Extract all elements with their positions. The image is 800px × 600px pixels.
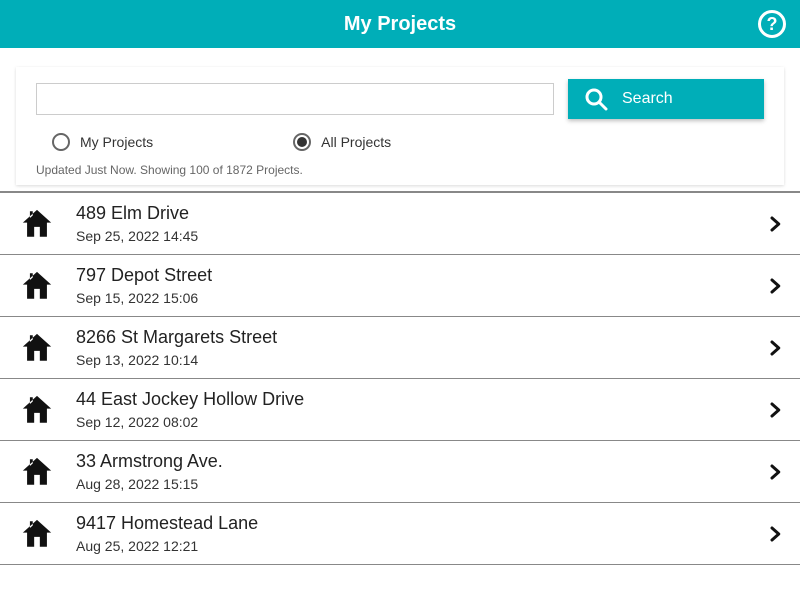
house-icon bbox=[20, 455, 54, 489]
status-text: Updated Just Now. Showing 100 of 1872 Pr… bbox=[16, 155, 784, 177]
house-icon bbox=[20, 331, 54, 365]
radio-icon bbox=[52, 133, 70, 151]
project-text: 797 Depot Street Sep 15, 2022 15:06 bbox=[76, 265, 744, 306]
project-date: Sep 25, 2022 14:45 bbox=[76, 228, 744, 244]
project-title: 797 Depot Street bbox=[76, 265, 744, 286]
project-row[interactable]: 44 East Jockey Hollow Drive Sep 12, 2022 … bbox=[0, 379, 800, 441]
radio-my-projects[interactable]: My Projects bbox=[52, 133, 153, 151]
project-date: Sep 15, 2022 15:06 bbox=[76, 290, 744, 306]
chevron-right-icon bbox=[766, 339, 784, 357]
search-icon bbox=[584, 87, 608, 111]
house-icon bbox=[20, 269, 54, 303]
project-date: Sep 12, 2022 08:02 bbox=[76, 414, 744, 430]
radio-label: All Projects bbox=[321, 134, 391, 150]
project-title: 9417 Homestead Lane bbox=[76, 513, 744, 534]
project-row[interactable]: 33 Armstrong Ave. Aug 28, 2022 15:15 bbox=[0, 441, 800, 503]
project-row[interactable]: 489 Elm Drive Sep 25, 2022 14:45 bbox=[0, 193, 800, 255]
chevron-right-icon bbox=[766, 215, 784, 233]
page-title: My Projects bbox=[344, 13, 456, 36]
radio-all-projects[interactable]: All Projects bbox=[293, 133, 391, 151]
project-row[interactable]: 9417 Homestead Lane Aug 25, 2022 12:21 bbox=[0, 503, 800, 565]
project-text: 9417 Homestead Lane Aug 25, 2022 12:21 bbox=[76, 513, 744, 554]
house-icon bbox=[20, 393, 54, 427]
project-row[interactable]: 797 Depot Street Sep 15, 2022 15:06 bbox=[0, 255, 800, 317]
search-button[interactable]: Search bbox=[568, 79, 764, 119]
project-row[interactable]: 8266 St Margarets Street Sep 13, 2022 10:… bbox=[0, 317, 800, 379]
project-text: 489 Elm Drive Sep 25, 2022 14:45 bbox=[76, 203, 744, 244]
chevron-right-icon bbox=[766, 463, 784, 481]
app-header: My Projects ? bbox=[0, 0, 800, 48]
project-title: 33 Armstrong Ave. bbox=[76, 451, 744, 472]
project-date: Sep 13, 2022 10:14 bbox=[76, 352, 744, 368]
search-panel: Search My Projects All Projects Updated … bbox=[16, 67, 784, 185]
project-title: 8266 St Margarets Street bbox=[76, 327, 744, 348]
radio-icon bbox=[293, 133, 311, 151]
house-icon bbox=[20, 517, 54, 551]
project-list[interactable]: 489 Elm Drive Sep 25, 2022 14:45 797 Depot… bbox=[0, 191, 800, 600]
chevron-right-icon bbox=[766, 277, 784, 295]
project-text: 33 Armstrong Ave. Aug 28, 2022 15:15 bbox=[76, 451, 744, 492]
filter-radio-row: My Projects All Projects bbox=[16, 127, 784, 155]
house-icon bbox=[20, 207, 54, 241]
search-input[interactable] bbox=[36, 83, 554, 115]
project-date: Aug 25, 2022 12:21 bbox=[76, 538, 744, 554]
project-text: 44 East Jockey Hollow Drive Sep 12, 2022 … bbox=[76, 389, 744, 430]
project-title: 489 Elm Drive bbox=[76, 203, 744, 224]
help-icon[interactable]: ? bbox=[758, 10, 786, 38]
project-text: 8266 St Margarets Street Sep 13, 2022 10:… bbox=[76, 327, 744, 368]
search-row: Search bbox=[16, 67, 784, 127]
chevron-right-icon bbox=[766, 525, 784, 543]
project-date: Aug 28, 2022 15:15 bbox=[76, 476, 744, 492]
radio-label: My Projects bbox=[80, 134, 153, 150]
chevron-right-icon bbox=[766, 401, 784, 419]
search-button-label: Search bbox=[622, 90, 673, 108]
project-title: 44 East Jockey Hollow Drive bbox=[76, 389, 744, 410]
